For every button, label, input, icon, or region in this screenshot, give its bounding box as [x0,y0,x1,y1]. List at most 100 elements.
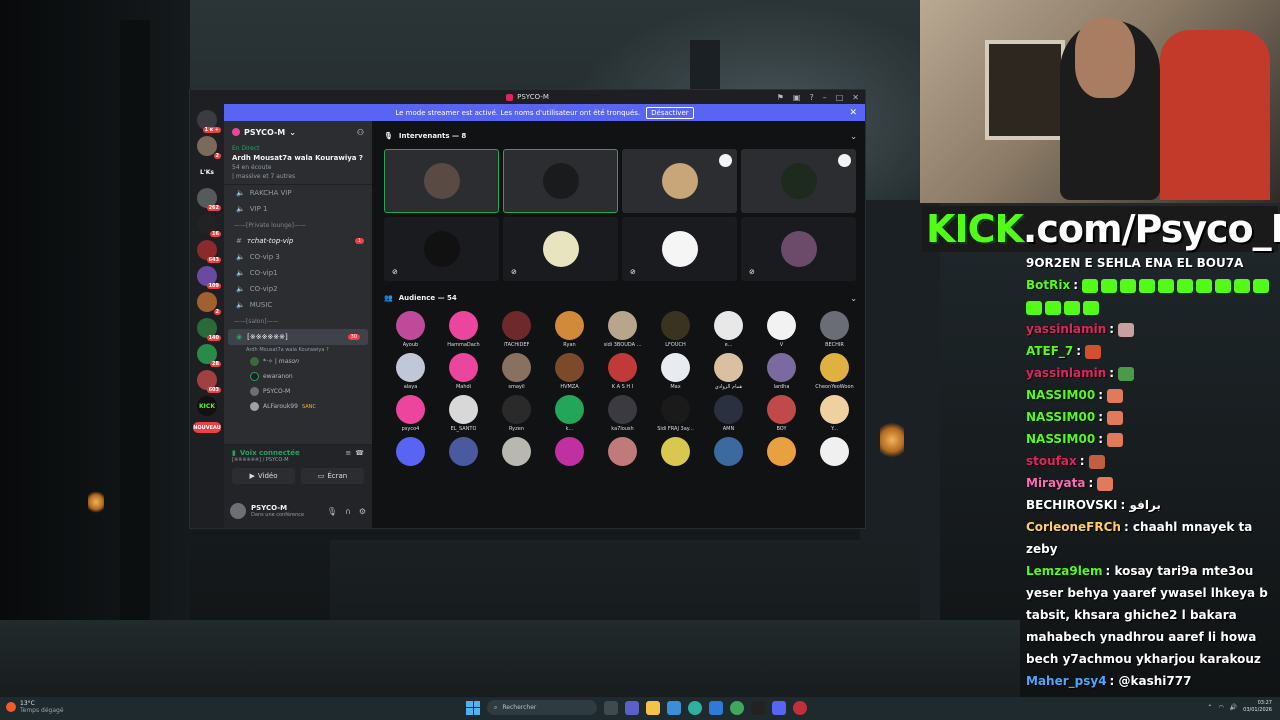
file-explorer-icon[interactable] [646,700,660,715]
audience-member[interactable] [649,437,702,476]
disable-streamer-button[interactable]: Désactiver [646,106,694,119]
mail-icon[interactable] [709,700,723,715]
chat-username[interactable]: NASSIM00 [1026,432,1095,446]
audience-member[interactable]: HammaDach [437,311,490,350]
audience-member[interactable]: Ryzen [490,395,543,434]
chat-username[interactable]: Lemza9lem [1026,564,1102,578]
stage-member[interactable]: ALFarouk99 SANC [224,399,372,414]
audience-member[interactable]: Mahdi [437,353,490,392]
server-icon[interactable]: 140 [197,318,221,341]
server-icon[interactable]: 28 [197,344,221,367]
audience-member[interactable] [596,437,649,476]
speaker-tile[interactable] [384,149,499,213]
audience-member[interactable]: e... [702,311,755,350]
discord-taskbar-icon[interactable] [772,700,786,715]
server-header[interactable]: PSYCO-M ⌄ ⚇ [224,121,372,143]
audience-member[interactable]: lardha [755,353,808,392]
chat-username[interactable]: BECHIROVSKI [1026,498,1117,512]
audience-member[interactable]: K A S H I [596,353,649,392]
user-avatar[interactable] [230,503,246,519]
chat-username[interactable]: yassinlamin [1026,322,1106,336]
audience-member[interactable]: Sidi FRAJ 3ay... [649,395,702,434]
server-icon[interactable]: 603 [197,370,221,393]
audience-member[interactable]: Ayoub [384,311,437,350]
speaker-tile[interactable]: ⊘ [741,217,856,281]
chat-username[interactable]: stoufax [1026,454,1077,468]
weather-widget[interactable]: 13°C Temps dégagé [6,700,64,714]
category-salon[interactable]: ——[salon]—— [224,313,372,329]
speaker-tile[interactable]: ⊘ [503,217,618,281]
speakers-header[interactable]: 🎙 Intervenants — 8 ⌄ [384,127,857,145]
audience-member[interactable]: V [755,311,808,350]
chat-username[interactable]: NASSIM00 [1026,388,1095,402]
chat-username[interactable]: BotRix [1026,278,1070,292]
speaker-tile[interactable] [622,149,737,213]
app-icon[interactable] [751,700,765,715]
stage-member[interactable]: ewaranon [224,369,372,384]
stage-member[interactable]: PSYCO-M [224,384,372,399]
live-event-card[interactable]: En Direct Ardh Mousat7a wala Kourawiya ?… [224,143,372,185]
audience-member[interactable]: psyco4 [384,395,437,434]
add-member-icon[interactable]: ⚇ [357,128,364,137]
maximize-button[interactable]: □ [836,93,844,102]
audience-member[interactable]: AMN [702,395,755,434]
audience-member[interactable] [755,437,808,476]
server-icon[interactable]: 109 [197,266,221,289]
audience-member[interactable] [702,437,755,476]
audience-member[interactable]: LFOUCH [649,311,702,350]
obs-icon[interactable] [793,700,807,715]
close-button[interactable]: ✕ [852,93,859,102]
channel-music[interactable]: 🔈 MUSIC [224,297,372,313]
chat-username[interactable]: yassinlamin [1026,366,1106,380]
category-private-lounge[interactable]: ——[Private lounge]—— [224,217,372,233]
audience-member[interactable]: iTACHiDEF [490,311,543,350]
channel-co-vip-3[interactable]: 🔈 CO-vip 3 [224,249,372,265]
audience-member[interactable]: Y... [808,395,861,434]
teams-icon[interactable] [625,700,639,715]
audience-member[interactable]: HVMZA [543,353,596,392]
audience-member[interactable]: smayil [490,353,543,392]
stage-member[interactable]: *·✧ | mason [224,354,372,369]
chat-username[interactable]: Maher_psy4 [1026,674,1107,688]
channel-rakcha-vip[interactable]: 🔈 RAKCHA VIP [224,185,372,201]
screen-share-button[interactable]: ▭ Écran [301,468,364,484]
audience-member[interactable] [543,437,596,476]
store-icon[interactable] [667,700,681,715]
microphone-icon[interactable]: 🎙 [327,507,337,516]
speaker-tile[interactable]: ⊘ [622,217,737,281]
audience-member[interactable] [384,437,437,476]
help-icon[interactable]: ? [809,93,813,102]
video-button[interactable]: ▶ Vidéo [232,468,295,484]
channel-vip-1[interactable]: 🔈 VIP 1 [224,201,372,217]
server-icon[interactable]: 262 [197,188,221,211]
audience-member[interactable]: k... [543,395,596,434]
server-icon[interactable]: 2 [197,136,221,159]
server-icon[interactable]: 2 [197,292,221,315]
minimize-button[interactable]: – [823,93,827,102]
kick-server-icon[interactable]: KICK [197,396,217,416]
audience-member[interactable]: Max [649,353,702,392]
pin-icon[interactable]: ⚑ [777,93,784,102]
audience-member[interactable]: CheonYeoWoon [808,353,861,392]
chat-username[interactable]: ATEF_7 [1026,344,1073,358]
audience-member[interactable]: ka7loush [596,395,649,434]
audience-member[interactable]: Ryan [543,311,596,350]
taskbar-search[interactable]: ⌕ Rechercher [487,700,597,715]
headset-icon[interactable]: ∩ [345,507,351,516]
audience-member[interactable]: BECHIR [808,311,861,350]
audience-member[interactable] [808,437,861,476]
chat-username[interactable]: CorleoneFRCh [1026,520,1121,534]
close-banner-icon[interactable]: ✕ [849,108,857,118]
chat-username[interactable]: Mirayata [1026,476,1085,490]
clock[interactable]: 03:27 03/01/2026 [1243,700,1272,714]
speaker-tile[interactable] [503,149,618,213]
audience-header[interactable]: 👥 Audience — 54 ⌄ [384,289,857,307]
audience-member[interactable]: EL_SANTO [437,395,490,434]
audience-member[interactable]: sidi 3BOUDA ... [596,311,649,350]
chrome-icon[interactable] [730,700,744,715]
audience-member[interactable]: alaya [384,353,437,392]
channel-stage-active[interactable]: ◉ [※※※※※※] 30 [228,329,368,345]
speaker-tile[interactable]: ⊘ [384,217,499,281]
audience-member[interactable] [490,437,543,476]
audience-member[interactable]: BOY [755,395,808,434]
